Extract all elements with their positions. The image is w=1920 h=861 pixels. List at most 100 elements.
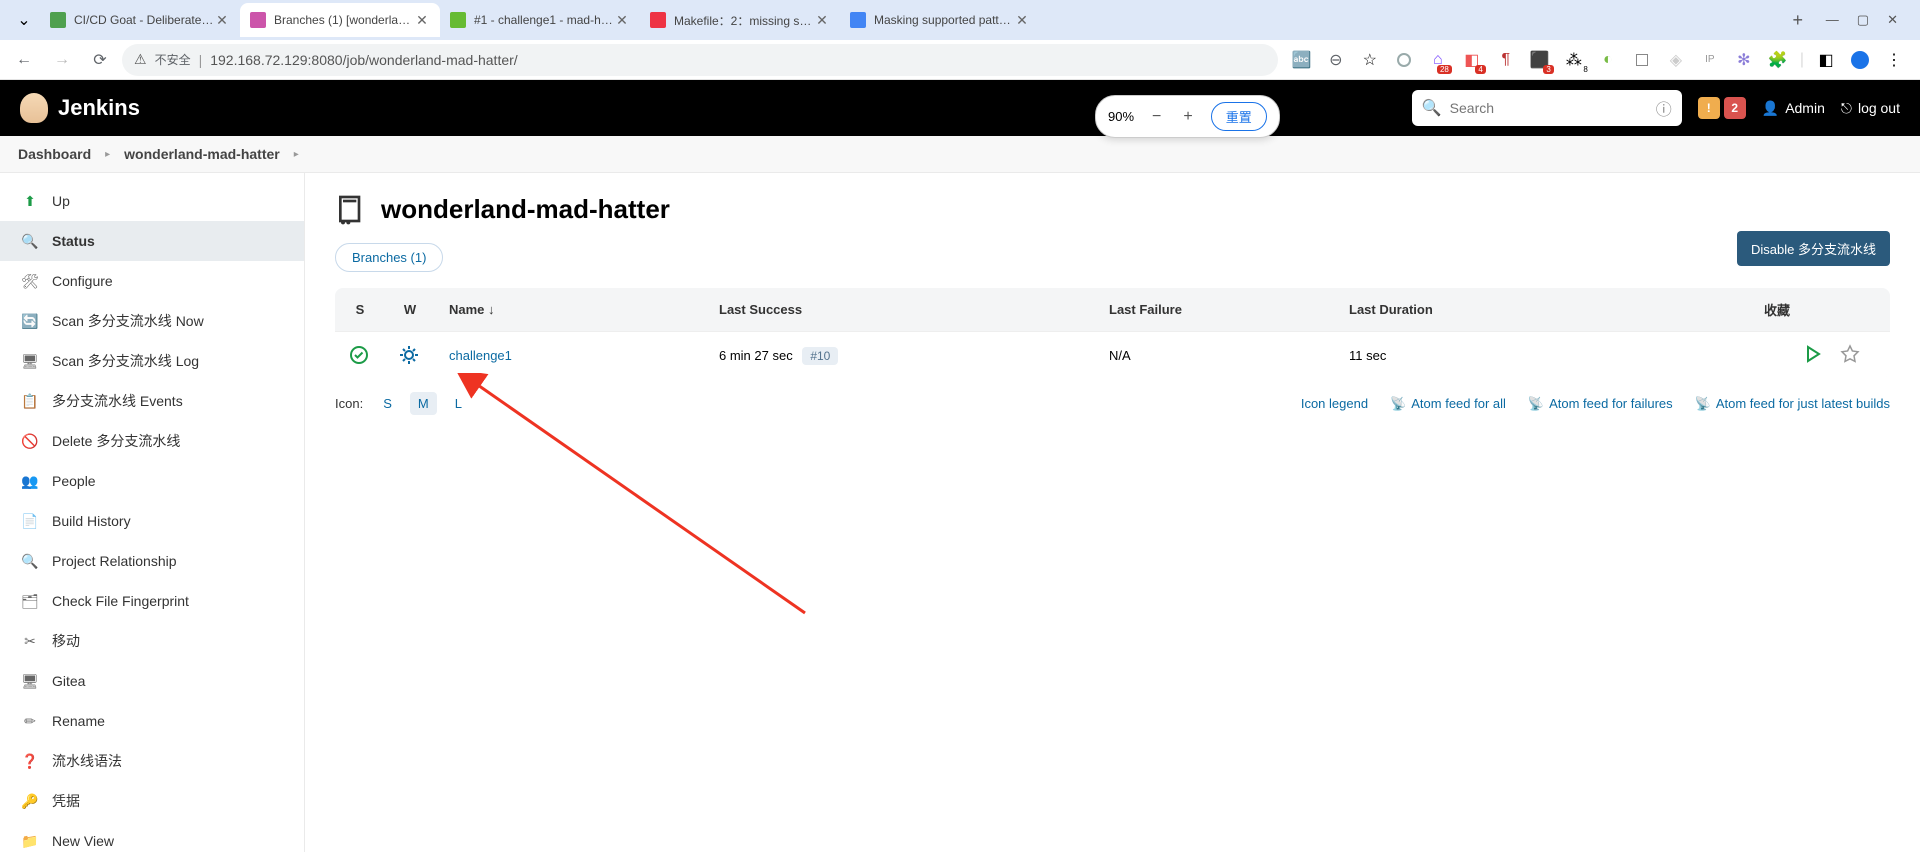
- sidebar-item-rel[interactable]: 🔍Project Relationship: [0, 541, 304, 581]
- browser-tab[interactable]: #1 - challenge1 - mad-hatte✕: [440, 3, 640, 37]
- sidebar-item-log[interactable]: 🖥Scan 多分支流水线 Log: [0, 341, 304, 381]
- col-fav[interactable]: 收藏: [1750, 288, 1890, 332]
- ext-1[interactable]: [1392, 48, 1416, 72]
- sidebar-item-move[interactable]: ✂移动: [0, 621, 304, 661]
- close-tab-icon[interactable]: ✕: [214, 12, 230, 28]
- ext-4[interactable]: ¶: [1494, 48, 1518, 72]
- sidebar-item-syntax[interactable]: ❓流水线语法: [0, 741, 304, 781]
- sidebar-item-people[interactable]: 👥People: [0, 461, 304, 501]
- url-input[interactable]: ⚠ 不安全 | 192.168.72.129:8080/job/wonderla…: [122, 44, 1278, 76]
- col-name[interactable]: Name ↓: [435, 288, 705, 332]
- disable-pipeline-button[interactable]: Disable 多分支流水线: [1737, 231, 1890, 266]
- user-name: Admin: [1785, 100, 1825, 116]
- zoom-reset-button[interactable]: 重置: [1211, 102, 1267, 131]
- search-input[interactable]: [1450, 100, 1648, 116]
- history-icon: 📄: [20, 511, 40, 531]
- translate-icon[interactable]: 🔤: [1290, 48, 1314, 72]
- sidebar-item-up[interactable]: ⬆Up: [0, 181, 304, 221]
- success-run-link[interactable]: #10: [802, 347, 838, 365]
- favorite-icon[interactable]: [1840, 344, 1860, 364]
- zoom-in-button[interactable]: +: [1179, 108, 1196, 126]
- search-help-icon[interactable]: ⓘ: [1656, 96, 1672, 120]
- sidebar-item-gitea[interactable]: 🖥Gitea: [0, 661, 304, 701]
- logout-link[interactable]: ⎋ log out: [1841, 100, 1900, 117]
- sidebar-item-events[interactable]: 📋多分支流水线 Events: [0, 381, 304, 421]
- sidebar-item-status[interactable]: 🔍Status: [0, 221, 304, 261]
- warning-badge-2[interactable]: 2: [1724, 97, 1746, 119]
- sidebar-item-cred[interactable]: 🔑凭据: [0, 781, 304, 821]
- ext-7[interactable]: ◐: [1596, 48, 1620, 72]
- reload-button[interactable]: ⟳: [84, 44, 116, 76]
- breadcrumb-root[interactable]: Dashboard: [18, 146, 91, 162]
- icon-size-m[interactable]: M: [410, 392, 437, 415]
- ext-8[interactable]: [1630, 48, 1654, 72]
- feed-all-link[interactable]: 📡Atom feed for all: [1390, 396, 1506, 412]
- ext-5[interactable]: ⬛3: [1528, 48, 1552, 72]
- maximize-button[interactable]: ▢: [1857, 12, 1869, 28]
- browser-tab[interactable]: Makefile：2：missing separa✕: [640, 3, 840, 37]
- profile-icon[interactable]: [1848, 48, 1872, 72]
- ext-6[interactable]: ⁂8: [1562, 48, 1586, 72]
- sidebar-item-rename[interactable]: ✏Rename: [0, 701, 304, 741]
- forward-button[interactable]: →: [46, 44, 78, 76]
- extensions-menu[interactable]: 🧩: [1766, 48, 1790, 72]
- ext-9[interactable]: ◈: [1664, 48, 1688, 72]
- logout-label: log out: [1858, 100, 1900, 116]
- zoom-out-button[interactable]: −: [1148, 108, 1165, 126]
- sidebar-item-scan[interactable]: 🔄Scan 多分支流水线 Now: [0, 301, 304, 341]
- search-icon: 🔍: [1422, 98, 1442, 118]
- browser-tab[interactable]: Branches (1) [wonderland-m✕: [240, 3, 440, 37]
- search-box[interactable]: 🔍 ⓘ: [1412, 90, 1682, 126]
- sidebar-item-label: Rename: [52, 713, 105, 729]
- ext-11[interactable]: ✻: [1732, 48, 1756, 72]
- tab-search-dropdown[interactable]: ⌄: [8, 10, 40, 30]
- icon-size-l[interactable]: L: [447, 392, 470, 415]
- close-tab-icon[interactable]: ✕: [814, 12, 830, 28]
- branch-name-link[interactable]: challenge1: [449, 348, 512, 363]
- col-weather[interactable]: W: [385, 288, 435, 332]
- sidebar-item-delete[interactable]: 🚫Delete 多分支流水线: [0, 421, 304, 461]
- sidebar-item-finger[interactable]: 🗂Check File Fingerprint: [0, 581, 304, 621]
- warning-badge-1[interactable]: !: [1698, 97, 1720, 119]
- user-link[interactable]: 👤 Admin: [1762, 100, 1825, 117]
- ext-10[interactable]: IP: [1698, 48, 1722, 72]
- close-tab-icon[interactable]: ✕: [1014, 12, 1030, 28]
- sidebar: ⬆Up🔍Status🛠Configure🔄Scan 多分支流水线 Now🖥Sca…: [0, 173, 305, 852]
- jenkins-logo[interactable]: Jenkins: [20, 93, 140, 123]
- build-now-icon[interactable]: [1804, 345, 1822, 363]
- breadcrumb-item[interactable]: wonderland-mad-hatter: [124, 146, 280, 162]
- col-success[interactable]: Last Success: [705, 288, 1095, 332]
- col-failure[interactable]: Last Failure: [1095, 288, 1335, 332]
- browser-tab[interactable]: CI/CD Goat - Deliberately vul✕: [40, 3, 240, 37]
- close-tab-icon[interactable]: ✕: [414, 12, 430, 28]
- bookmark-icon[interactable]: ☆: [1358, 48, 1382, 72]
- events-icon: 📋: [20, 391, 40, 411]
- sidepanel-icon[interactable]: ◧: [1814, 48, 1838, 72]
- warning-badges[interactable]: ! 2: [1698, 97, 1746, 119]
- sidebar-item-label: Up: [52, 193, 70, 209]
- zoom-icon[interactable]: ⊖: [1324, 48, 1348, 72]
- icon-legend-link[interactable]: Icon legend: [1301, 396, 1368, 412]
- minimize-button[interactable]: —: [1826, 12, 1839, 28]
- ext-3[interactable]: ◧4: [1460, 48, 1484, 72]
- sidebar-item-history[interactable]: 📄Build History: [0, 501, 304, 541]
- close-tab-icon[interactable]: ✕: [614, 12, 630, 28]
- feed-failures-link[interactable]: 📡Atom feed for failures: [1528, 396, 1673, 412]
- browser-tab[interactable]: Masking supported pattern n✕: [840, 3, 1040, 37]
- col-duration[interactable]: Last Duration: [1335, 288, 1750, 332]
- icon-size-s[interactable]: S: [375, 392, 400, 415]
- ext-2[interactable]: ⌂28: [1426, 48, 1450, 72]
- success-icon: [349, 345, 369, 365]
- new-tab-button[interactable]: +: [1784, 6, 1812, 34]
- branches-tab[interactable]: Branches (1): [335, 243, 443, 272]
- col-status[interactable]: S: [335, 288, 385, 332]
- back-button[interactable]: ←: [8, 44, 40, 76]
- close-window-button[interactable]: ✕: [1887, 12, 1898, 28]
- sidebar-item-newview[interactable]: 📁New View: [0, 821, 304, 861]
- sidebar-item-config[interactable]: 🛠Configure: [0, 261, 304, 301]
- sidebar-item-label: Configure: [52, 273, 113, 289]
- feed-latest-link[interactable]: 📡Atom feed for just latest builds: [1695, 396, 1890, 412]
- rss-icon: 📡: [1528, 396, 1544, 412]
- chrome-menu[interactable]: ⋮: [1882, 48, 1906, 72]
- sidebar-item-label: Scan 多分支流水线 Now: [52, 311, 204, 331]
